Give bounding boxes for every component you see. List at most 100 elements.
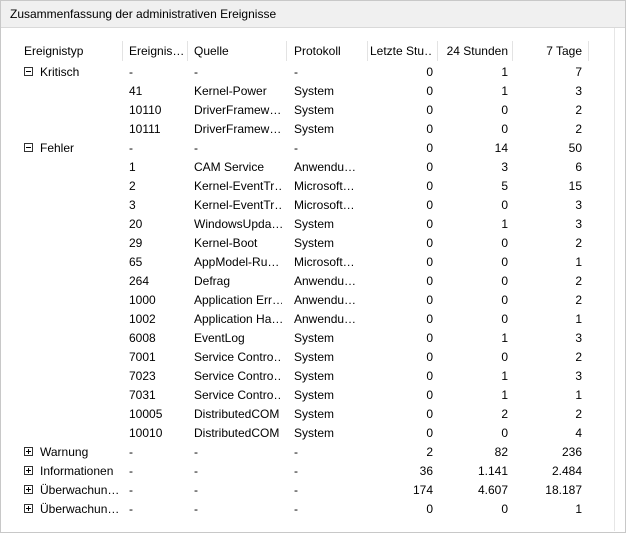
col-header-last-hour[interactable]: Letzte Stu…: [370, 39, 433, 63]
log-cell: System: [294, 426, 335, 440]
event-id-cell: 7031: [129, 388, 156, 402]
table-row[interactable]: 65 AppModel-Ru… Microsoft… 0 0 1: [18, 253, 618, 272]
window-titlebar: Zusammenfassung der administrativen Erei…: [1, 1, 625, 28]
last-24h-cell: 0: [501, 103, 508, 117]
source-cell: -: [194, 445, 198, 459]
log-cell: -: [294, 65, 298, 79]
source-cell: Application Err…: [194, 293, 282, 307]
table-row[interactable]: 10010 DistributedCOM System 0 0 4: [18, 424, 618, 443]
admin-events-summary-window: Zusammenfassung der administrativen Erei…: [0, 0, 626, 533]
source-cell: WindowsUpda…: [194, 217, 282, 231]
event-id-cell: 10110: [129, 103, 162, 117]
source-cell: -: [194, 464, 198, 478]
log-cell: System: [294, 217, 335, 231]
table-row[interactable]: 7031 Service Contro… System 0 1 1: [18, 386, 618, 405]
last-7d-cell: 2: [575, 122, 582, 136]
col-header-24h[interactable]: 24 Stunden: [440, 39, 508, 63]
last-7d-cell: 1: [575, 312, 582, 326]
source-cell: DriverFramew…: [194, 122, 282, 136]
column-separator[interactable]: [367, 41, 368, 61]
group-row[interactable]: Warnung - - - 2 82 236: [18, 443, 618, 462]
column-separator[interactable]: [437, 41, 438, 61]
last-7d-cell: 50: [568, 141, 582, 155]
col-header-log[interactable]: Protokoll: [294, 39, 366, 63]
col-header-7d[interactable]: 7 Tage: [515, 39, 582, 63]
last-24h-cell: 5: [501, 179, 508, 193]
last-7d-cell: 4: [575, 426, 582, 440]
col-header-source[interactable]: Quelle: [194, 39, 284, 63]
event-type-cell: Kritisch: [40, 65, 80, 79]
group-row[interactable]: Informationen - - - 36 1.141 2.484: [18, 462, 618, 481]
expand-icon[interactable]: [24, 447, 33, 456]
col-header-event-type[interactable]: Ereignistyp: [24, 39, 120, 63]
source-cell: Service Contro…: [194, 369, 282, 383]
event-id-cell: -: [129, 483, 133, 497]
collapse-icon[interactable]: [24, 67, 33, 76]
log-cell: -: [294, 464, 298, 478]
last-24h-cell: 0: [501, 502, 508, 516]
log-cell: System: [294, 369, 335, 383]
last-hour-cell: 0: [426, 274, 433, 288]
table-header: Ereignistyp Ereignis… Quelle Protokoll L…: [18, 39, 618, 63]
log-cell: -: [294, 445, 298, 459]
table-row[interactable]: 1002 Application Ha… Anwendu… 0 0 1: [18, 310, 618, 329]
log-cell: -: [294, 502, 298, 516]
table-row[interactable]: 7001 Service Contro… System 0 0 2: [18, 348, 618, 367]
event-id-cell: 1002: [129, 312, 156, 326]
table-row[interactable]: 1000 Application Err… Anwendu… 0 0 2: [18, 291, 618, 310]
table-row[interactable]: 6008 EventLog System 0 1 3: [18, 329, 618, 348]
column-separator[interactable]: [122, 41, 123, 61]
event-id-cell: -: [129, 445, 133, 459]
event-id-cell: 10005: [129, 407, 163, 421]
event-id-cell: 6008: [129, 331, 156, 345]
table-row[interactable]: 10111 DriverFramew… System 0 0 2: [18, 120, 618, 139]
table-row[interactable]: 20 WindowsUpda… System 0 1 3: [18, 215, 618, 234]
table-row[interactable]: 2 Kernel-EventTr… Microsoft… 0 5 15: [18, 177, 618, 196]
table-row[interactable]: 41 Kernel-Power System 0 1 3: [18, 82, 618, 101]
col-header-event-id[interactable]: Ereignis…: [129, 39, 187, 63]
last-24h-cell: 82: [494, 445, 508, 459]
column-separator[interactable]: [588, 41, 589, 61]
log-cell: System: [294, 388, 335, 402]
last-7d-cell: 3: [575, 369, 582, 383]
last-24h-cell: 0: [501, 122, 508, 136]
expand-icon[interactable]: [24, 466, 33, 475]
table-row[interactable]: 1 CAM Service Anwendu… 0 3 6: [18, 158, 618, 177]
log-cell: System: [294, 350, 335, 364]
last-7d-cell: 3: [575, 84, 582, 98]
log-cell: Microsoft…: [294, 198, 355, 212]
table-row[interactable]: 3 Kernel-EventTr… Microsoft… 0 0 3: [18, 196, 618, 215]
table-row[interactable]: 10005 DistributedCOM System 0 2 2: [18, 405, 618, 424]
source-cell: -: [194, 65, 198, 79]
column-separator[interactable]: [187, 41, 188, 61]
group-row[interactable]: Kritisch - - - 0 1 7: [18, 63, 618, 82]
last-hour-cell: 0: [426, 103, 433, 117]
group-row[interactable]: Überwachun… - - -174 4.607 18.187: [18, 481, 618, 500]
last-hour-cell: 0: [426, 388, 433, 402]
event-id-cell: 7001: [129, 350, 156, 364]
event-id-cell: 7023: [129, 369, 156, 383]
expand-icon[interactable]: [24, 504, 33, 513]
expand-icon[interactable]: [24, 485, 33, 494]
collapse-icon[interactable]: [24, 143, 33, 152]
source-cell: Kernel-EventTr…: [194, 179, 282, 193]
column-separator[interactable]: [286, 41, 287, 61]
last-24h-cell: 1: [501, 217, 508, 231]
last-hour-cell: 0: [426, 141, 433, 155]
last-7d-cell: 3: [575, 217, 582, 231]
last-hour-cell: 0: [426, 350, 433, 364]
table-row[interactable]: 7023 Service Contro… System 0 1 3: [18, 367, 618, 386]
table-row[interactable]: 264 Defrag Anwendu… 0 0 2: [18, 272, 618, 291]
last-7d-cell: 2: [575, 293, 582, 307]
column-separator[interactable]: [512, 41, 513, 61]
last-hour-cell: 0: [426, 65, 433, 79]
log-cell: System: [294, 122, 335, 136]
group-row[interactable]: Fehler - - - 0 14 50: [18, 139, 618, 158]
last-hour-cell: 0: [426, 407, 433, 421]
source-cell: EventLog: [194, 331, 245, 345]
table-row[interactable]: 10110 DriverFramew… System 0 0 2: [18, 101, 618, 120]
table-row[interactable]: 29 Kernel-Boot System 0 0 2: [18, 234, 618, 253]
source-cell: DriverFramew…: [194, 103, 282, 117]
group-row[interactable]: Überwachun… - - -0 0 1: [18, 500, 618, 519]
last-hour-cell: 0: [426, 502, 433, 516]
